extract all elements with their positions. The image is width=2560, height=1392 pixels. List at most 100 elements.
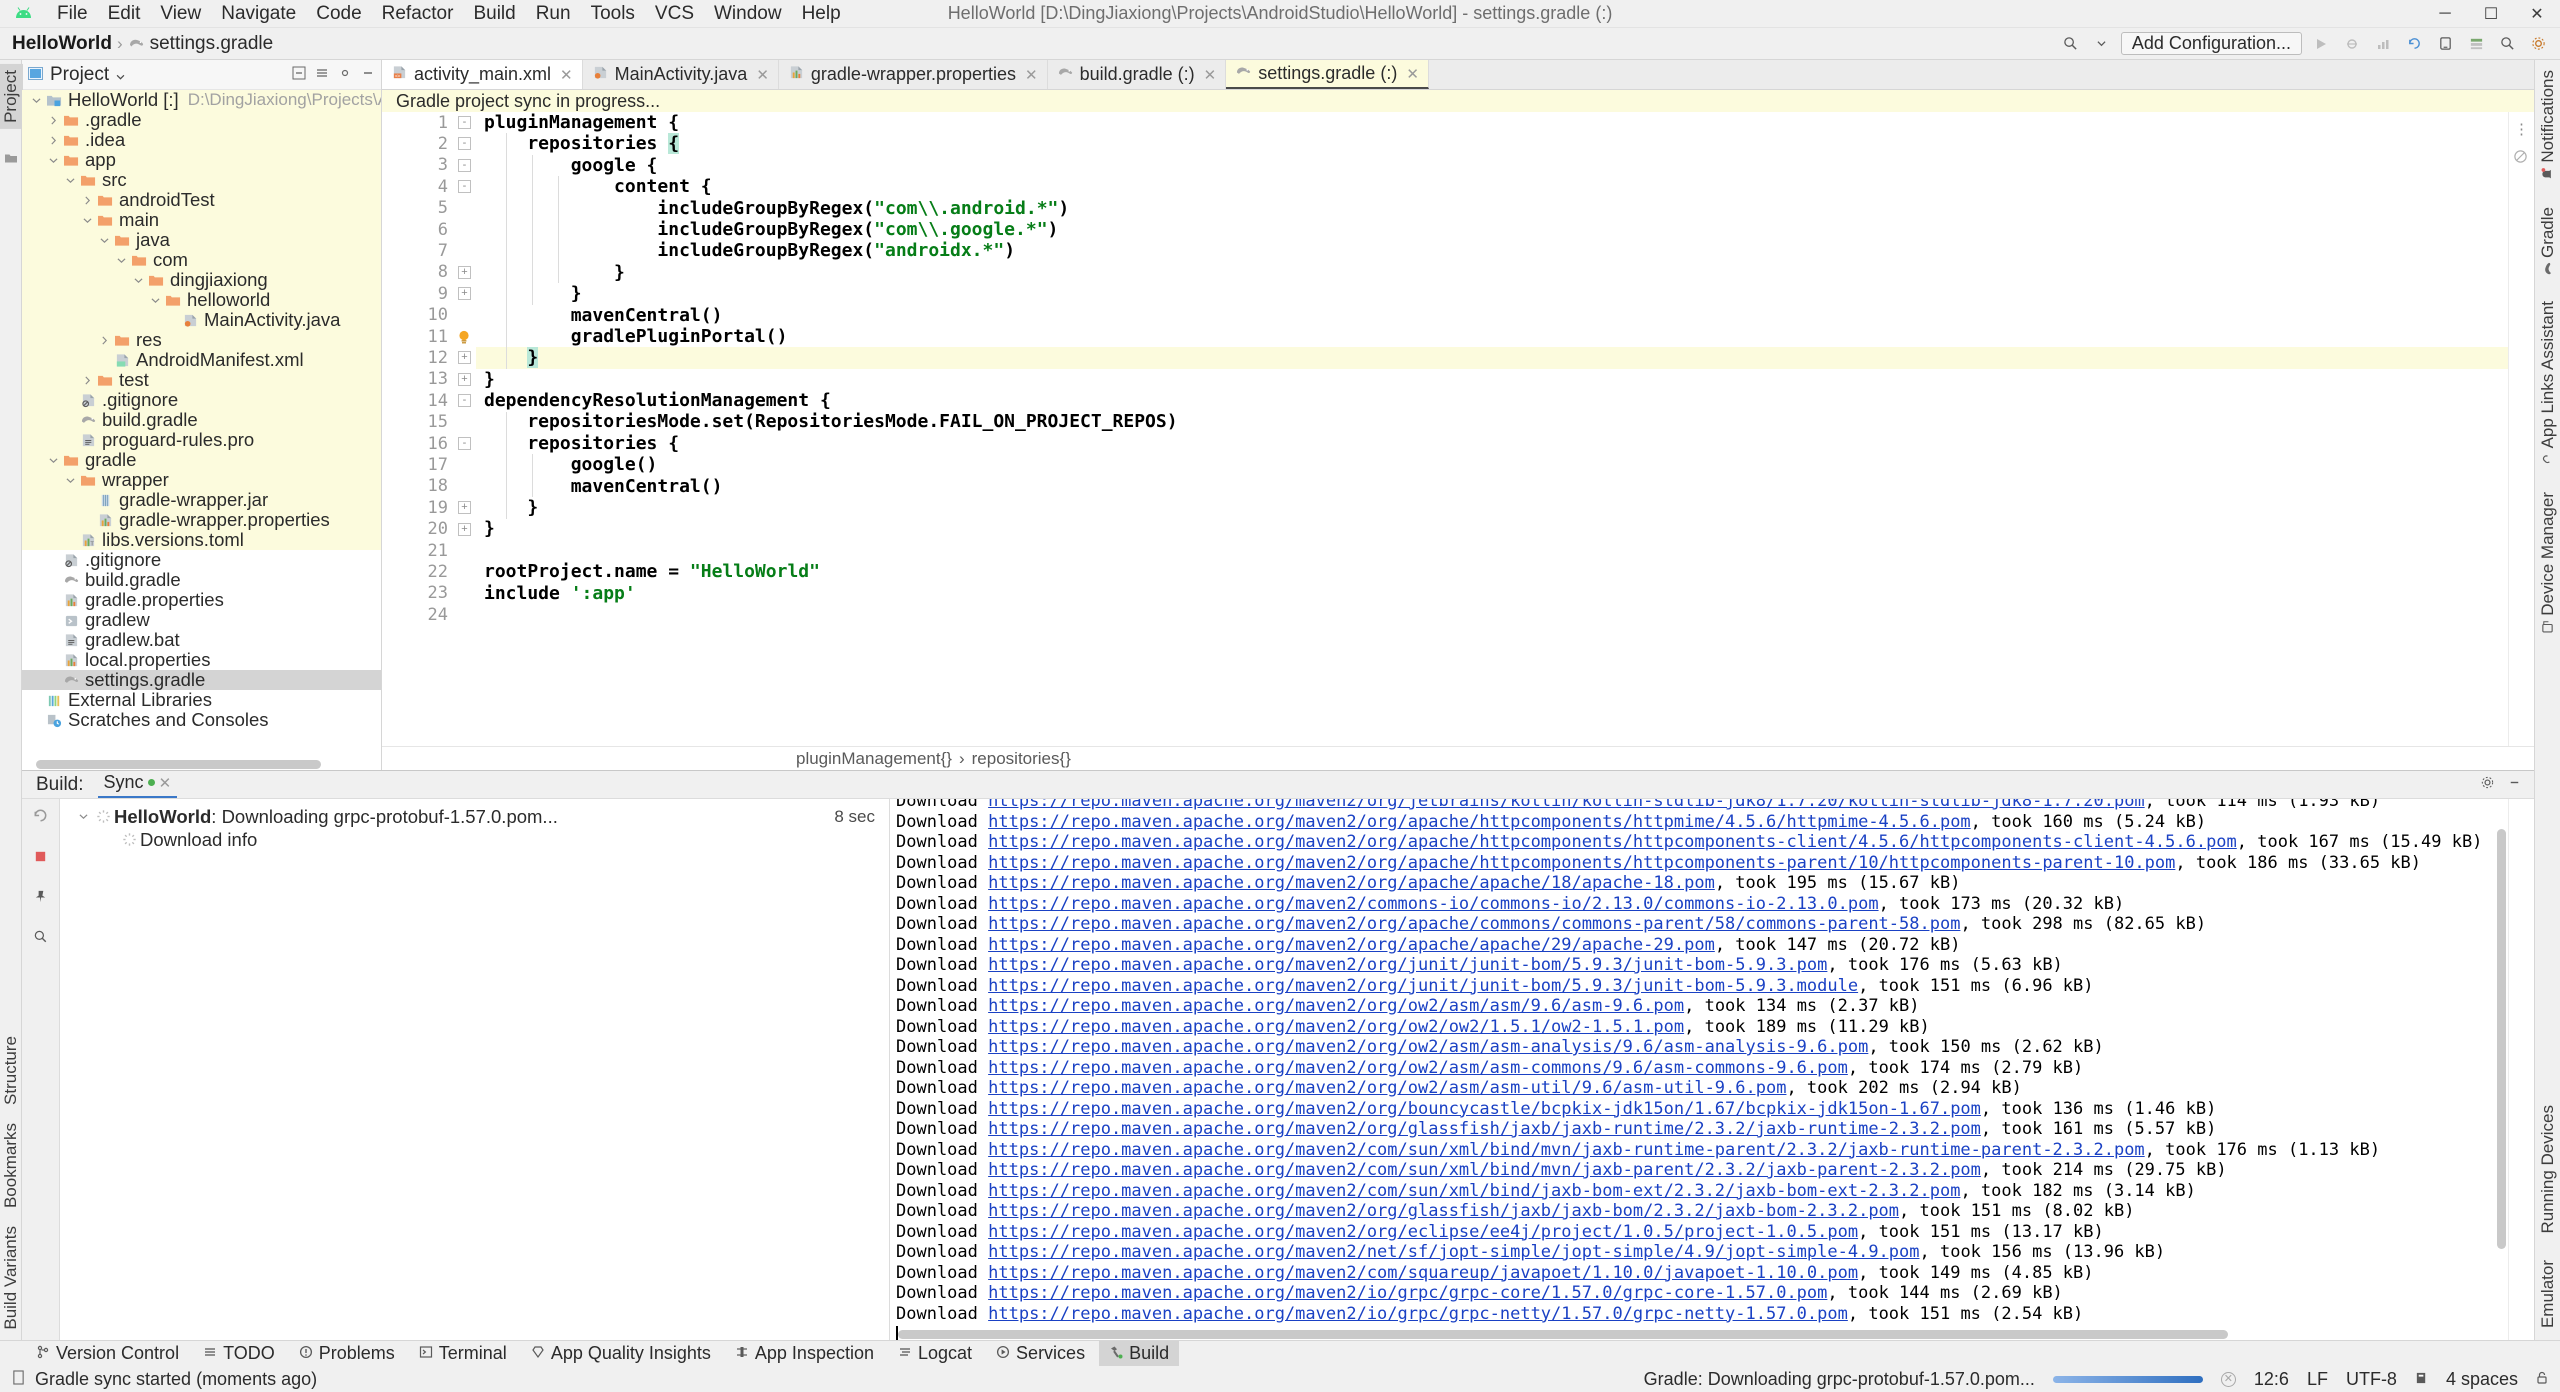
tree-item-test[interactable]: test [22, 369, 381, 390]
code-fold-toggle-icon[interactable]: - [458, 437, 471, 450]
chevron-down-icon[interactable] [2090, 32, 2114, 55]
log-url-link[interactable]: https://repo.maven.apache.org/maven2/net… [988, 1242, 1919, 1262]
tree-item-helloworld[interactable]: helloworld [22, 289, 381, 310]
rail-item-emulator[interactable]: Emulator [2538, 1260, 2558, 1328]
tree-item-res[interactable]: res [22, 329, 381, 350]
breadcrumb-plugin-management[interactable]: pluginManagement{} [796, 749, 952, 769]
tree-item-gitignore[interactable]: .gitignore [22, 549, 381, 570]
sdk-manager-icon[interactable] [2464, 32, 2488, 55]
tree-item-build-gradle[interactable]: build.gradle [22, 409, 381, 430]
tree-item-main[interactable]: main [22, 209, 381, 230]
log-url-link[interactable]: https://repo.maven.apache.org/maven2/com… [988, 1263, 1858, 1283]
build-log-line[interactable]: Download https://repo.maven.apache.org/m… [890, 812, 2508, 833]
code-line[interactable]: mavenCentral() [476, 476, 2508, 497]
tree-expand-arrow-icon[interactable] [45, 157, 61, 164]
tool-button-version-control[interactable]: Version Control [26, 1341, 189, 1366]
code-content[interactable]: pluginManagement { repositories { google… [476, 112, 2508, 746]
tree-item-androidtest[interactable]: androidTest [22, 189, 381, 210]
menu-view[interactable]: View [151, 0, 210, 28]
rail-item-running-devices[interactable]: Running Devices [2538, 1105, 2558, 1234]
project-view-dropdown-icon[interactable] [116, 64, 125, 86]
log-url-link[interactable]: https://repo.maven.apache.org/maven2/org… [988, 914, 1960, 934]
settings-icon[interactable] [338, 64, 352, 86]
tree-item-gradle-wrapper-jar[interactable]: gradle-wrapper.jar [22, 489, 381, 510]
log-url-link[interactable]: https://repo.maven.apache.org/maven2/org… [988, 976, 1858, 996]
line-separator[interactable]: LF [2307, 1369, 2328, 1390]
tree-item-src[interactable]: src [22, 169, 381, 190]
collapse-all-icon[interactable] [315, 64, 329, 86]
menu-help[interactable]: Help [793, 0, 850, 28]
close-tab-icon[interactable]: ✕ [1204, 66, 1217, 84]
code-line[interactable]: includeGroupByRegex("com\\.google.*") [476, 219, 2508, 240]
cancel-task-icon[interactable]: ✕ [2220, 1371, 2236, 1387]
menu-vcs[interactable]: VCS [646, 0, 703, 28]
menu-code[interactable]: Code [307, 0, 370, 28]
build-hide-icon[interactable] [2507, 774, 2522, 796]
log-url-link[interactable]: https://repo.maven.apache.org/maven2/org… [988, 1037, 1868, 1057]
editor-tab-mainactivity-java[interactable]: MainActivity.java ✕ [582, 60, 779, 89]
breadcrumb-project[interactable]: HelloWorld [12, 33, 112, 55]
tree-item-build-gradle[interactable]: build.gradle [22, 569, 381, 590]
zoom-icon[interactable] [33, 928, 48, 950]
build-log-line[interactable]: Download https://repo.maven.apache.org/m… [890, 894, 2508, 915]
tree-expand-arrow-icon[interactable] [62, 477, 78, 484]
code-line[interactable]: } [476, 347, 2508, 369]
build-log-line[interactable]: Download https://repo.maven.apache.org/m… [890, 1242, 2508, 1263]
tool-button-problems[interactable]: Problems [289, 1341, 405, 1366]
log-url-link[interactable]: https://repo.maven.apache.org/maven2/org… [988, 1099, 1981, 1119]
folder-icon[interactable] [4, 147, 17, 169]
build-log-line[interactable]: Download https://repo.maven.apache.org/m… [890, 1263, 2508, 1284]
build-log-line[interactable]: Download https://repo.maven.apache.org/m… [890, 914, 2508, 935]
tree-item-external-libraries[interactable]: External Libraries [22, 689, 381, 710]
build-expand-arrow-icon[interactable] [74, 813, 92, 820]
log-url-link[interactable]: https://repo.maven.apache.org/maven2/com… [988, 894, 1878, 914]
menu-refactor[interactable]: Refactor [373, 0, 463, 28]
log-url-link[interactable]: https://repo.maven.apache.org/maven2/org… [988, 873, 1715, 893]
code-editor[interactable]: 1 2 3 4 5 6 7 8 9 10 11 12 13 14 15 16 17 18 19 20 21 22 23 24 … [382, 112, 2534, 746]
profile-icon[interactable] [2371, 32, 2395, 55]
tree-item-gradle-properties[interactable]: gradle.properties [22, 589, 381, 610]
build-log-line[interactable]: Download https://repo.maven.apache.org/m… [890, 799, 2508, 812]
tree-item-gradlew-bat[interactable]: gradlew.bat [22, 629, 381, 650]
tree-item-proguard-rules-pro[interactable]: proguard-rules.pro [22, 429, 381, 450]
code-line[interactable]: mavenCentral() [476, 305, 2508, 326]
build-log-line[interactable]: Download https://repo.maven.apache.org/m… [890, 996, 2508, 1017]
read-only-icon[interactable] [2415, 1369, 2428, 1390]
avd-manager-icon[interactable] [2433, 32, 2457, 55]
search-everywhere-icon[interactable] [2059, 32, 2083, 55]
tool-button-todo[interactable]: TODO [193, 1341, 285, 1366]
log-url-link[interactable]: https://repo.maven.apache.org/maven2/org… [988, 955, 1827, 975]
log-url-link[interactable]: https://repo.maven.apache.org/maven2/org… [988, 853, 2175, 873]
rerun-icon[interactable] [32, 807, 49, 830]
code-line[interactable]: include ':app' [476, 583, 2508, 604]
build-log-line[interactable]: Download https://repo.maven.apache.org/m… [890, 1222, 2508, 1243]
code-line[interactable]: dependencyResolutionManagement { [476, 390, 2508, 411]
tree-expand-arrow-icon[interactable] [79, 375, 95, 385]
build-log-line[interactable]: Download https://repo.maven.apache.org/m… [890, 1201, 2508, 1222]
code-fold-toggle-icon[interactable]: - [458, 180, 471, 194]
rail-item-structure[interactable]: Structure [1, 1036, 21, 1105]
add-configuration-button[interactable]: Add Configuration... [2120, 32, 2302, 55]
build-log-line[interactable]: Download https://repo.maven.apache.org/m… [890, 976, 2508, 997]
build-log-line[interactable]: Download https://repo.maven.apache.org/m… [890, 1140, 2508, 1161]
tree-item-idea[interactable]: .idea [22, 129, 381, 150]
settings-gear-icon[interactable] [2526, 32, 2550, 55]
code-fold-toggle-icon[interactable]: + [458, 265, 471, 279]
tree-expand-arrow-icon[interactable] [28, 97, 44, 104]
code-line[interactable] [476, 604, 2508, 625]
search-icon[interactable] [2495, 32, 2519, 55]
build-tab-sync[interactable]: Sync ✕ [97, 771, 178, 798]
close-tab-icon[interactable]: ✕ [159, 774, 172, 792]
code-fold-toggle-icon[interactable]: - [458, 116, 471, 129]
tree-item-androidmanifest-xml[interactable]: AndroidManifest.xml [22, 349, 381, 370]
code-line[interactable]: } [476, 369, 2508, 390]
build-log-line[interactable]: Download https://repo.maven.apache.org/m… [890, 832, 2508, 853]
code-fold-toggle-icon[interactable]: - [458, 137, 471, 151]
editor-tab-activity-main-xml[interactable]: <> activity_main.xml ✕ [382, 60, 583, 89]
close-tab-icon[interactable]: ✕ [1406, 65, 1419, 83]
caret-position[interactable]: 12:6 [2254, 1369, 2289, 1390]
tool-button-app-inspection[interactable]: App Inspection [725, 1341, 884, 1366]
tree-expand-arrow-icon[interactable] [45, 135, 61, 145]
tree-item-dingjiaxiong[interactable]: dingjiaxiong [22, 269, 381, 290]
debug-icon[interactable] [2340, 32, 2364, 55]
